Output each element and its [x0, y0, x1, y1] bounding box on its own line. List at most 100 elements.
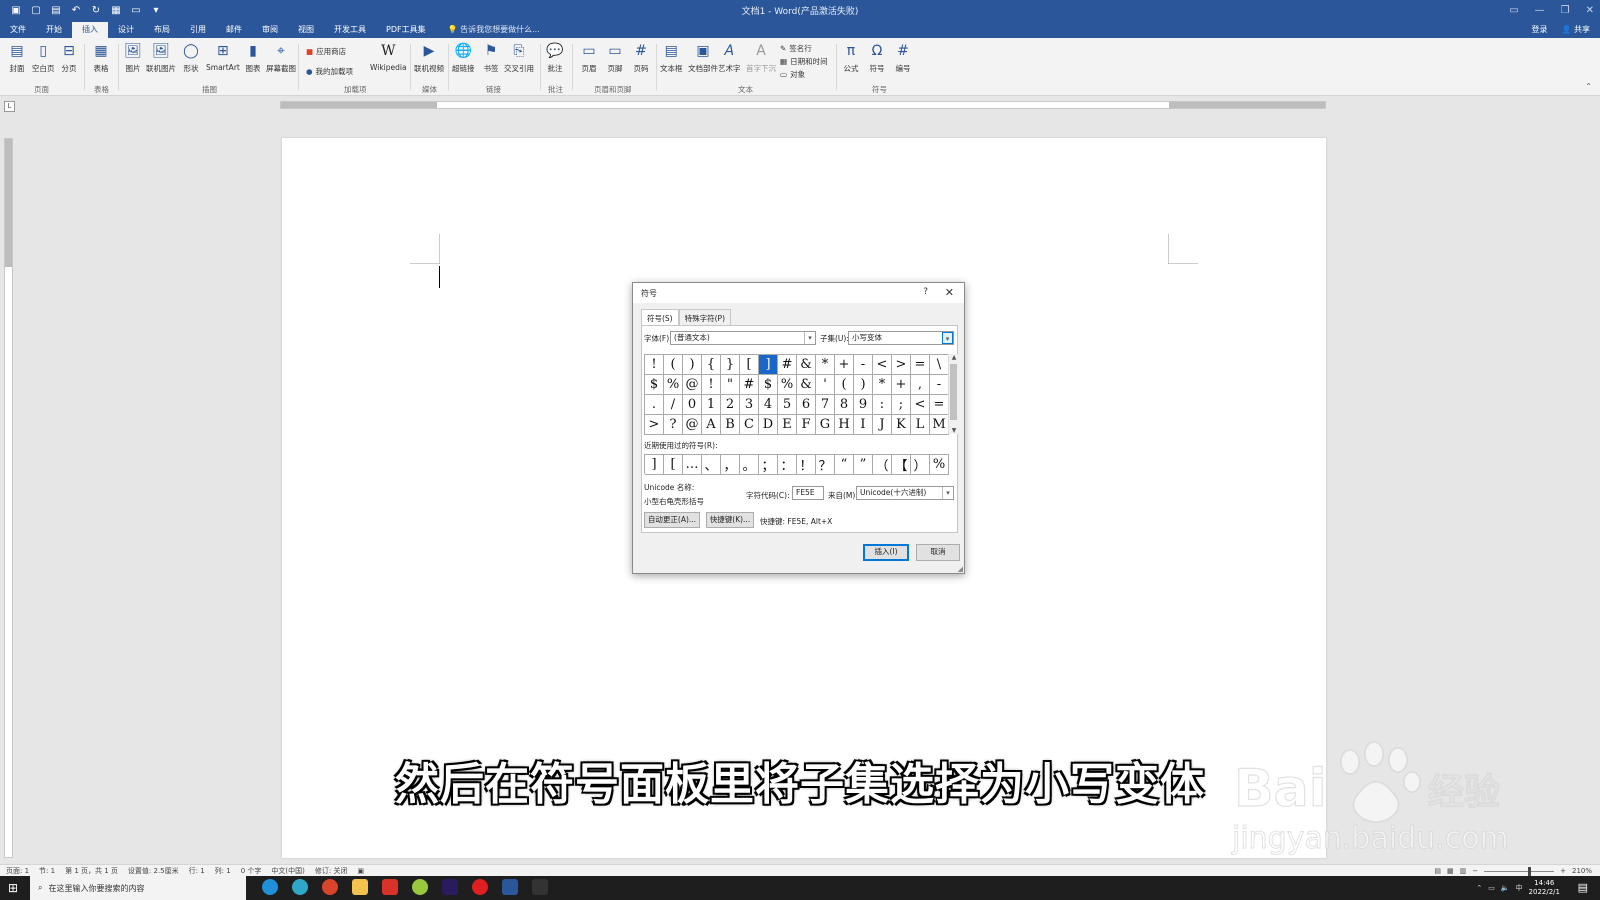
symbol-cell[interactable]: % [778, 375, 797, 395]
hyperlink-button[interactable]: 🌐 超链接 [452, 42, 475, 74]
symbol-cell[interactable]: B [721, 415, 740, 435]
ribbon-display-options-icon[interactable]: ▭ [1509, 5, 1518, 16]
symbol-cell[interactable]: + [892, 375, 911, 395]
help-button[interactable]: ? [923, 287, 928, 297]
recent-symbols-grid[interactable]: ][…、，。；：！？ “” （【）% [644, 454, 949, 475]
status-page[interactable]: 页面: 1 [6, 866, 29, 876]
charcode-input[interactable]: FE5E [792, 486, 824, 500]
shortcut-key-button[interactable]: 快捷键(K)... [706, 512, 754, 528]
resize-grip-icon[interactable]: ◢ [958, 565, 963, 573]
symbol-cell[interactable]: * [873, 375, 892, 395]
symbol-grid[interactable]: !(){}[] # & * + - < > = \ $% @! " # $% & '() * +, -./0 1 2 3 4 5… [644, 354, 949, 435]
symbol-cell[interactable]: G [816, 415, 835, 435]
symbol-cell[interactable]: M [930, 415, 949, 435]
symbol-grid-scrollbar[interactable]: ▲ ▼ [948, 354, 958, 434]
symbol-cell[interactable]: 7 [816, 395, 835, 415]
tab-review[interactable]: 审阅 [252, 22, 288, 38]
datetime-button[interactable]: ▦ 日期和时间 [780, 56, 828, 67]
signature-line-button[interactable]: ✎ 签名行 [780, 43, 812, 54]
symbol-cell[interactable]: 6 [797, 395, 816, 415]
table-button[interactable]: ▦ 表格 [92, 42, 110, 74]
subset-select[interactable]: 小写变体 ▾ [848, 331, 954, 345]
equation-button[interactable]: π 公式 [842, 42, 860, 74]
tab-view[interactable]: 视图 [288, 22, 324, 38]
chrome-icon[interactable] [322, 879, 338, 895]
save-icon[interactable]: ▣ [10, 4, 22, 16]
customize-qat-icon[interactable]: ▾ [150, 4, 162, 16]
crossref-button[interactable]: ⎘ 交叉引用 [504, 42, 534, 74]
online-video-button[interactable]: ▶ 联机视频 [414, 42, 444, 74]
symbol-cell[interactable]: > [645, 415, 664, 435]
app-icon[interactable] [412, 879, 428, 895]
font-select[interactable]: (普通文本) ▾ [670, 331, 816, 345]
symbol-cell[interactable]: ; [892, 395, 911, 415]
symbol-cell[interactable]: C [740, 415, 759, 435]
zoom-slider[interactable] [1484, 866, 1555, 876]
symbol-cell[interactable]: > [892, 355, 911, 375]
recent-symbol-cell[interactable]: （ [873, 455, 892, 475]
symbol-cell[interactable]: & [797, 355, 816, 375]
symbol-cell[interactable]: A [702, 415, 721, 435]
tell-me-box[interactable]: 💡 告诉我您想要做什么... [436, 22, 540, 38]
my-addins-button[interactable]: ● 我的加载项 [306, 66, 353, 77]
zoom-level[interactable]: 210% [1572, 867, 1592, 875]
close-window-icon[interactable]: ✕ [1586, 5, 1594, 16]
wordart-button[interactable]: A 艺术字 [718, 42, 741, 74]
symbol-cell[interactable]: 4 [759, 395, 778, 415]
restore-icon[interactable]: ❐ [1561, 5, 1570, 16]
tab-developer[interactable]: 开发工具 [324, 22, 376, 38]
symbol-cell[interactable]: { [702, 355, 721, 375]
cancel-button[interactable]: 取消 [916, 544, 960, 561]
file-explorer-icon[interactable] [352, 879, 368, 895]
symbol-cell[interactable]: , [911, 375, 930, 395]
status-section[interactable]: 节: 1 [39, 866, 55, 876]
quickparts-button[interactable]: ▣ 文档部件 [688, 42, 718, 74]
symbol-cell[interactable]: < [873, 355, 892, 375]
symbol-cell[interactable]: " [721, 375, 740, 395]
new-document-icon[interactable]: ▢ [30, 4, 42, 16]
symbol-cell[interactable]: ! [645, 355, 664, 375]
recent-symbol-cell[interactable]: ， [721, 455, 740, 475]
page-number-button[interactable]: # 页码 [632, 42, 650, 74]
status-line[interactable]: 行: 1 [189, 866, 205, 876]
symbol-cell[interactable]: < [911, 395, 930, 415]
recent-symbol-cell[interactable]: ！ [797, 455, 816, 475]
cover-page-button[interactable]: ▤ 封面 [8, 42, 26, 74]
symbol-cell[interactable]: } [721, 355, 740, 375]
symbol-cell[interactable]: : [873, 395, 892, 415]
store-button[interactable]: ■ 应用商店 [306, 46, 346, 57]
tab-selector[interactable]: L [4, 101, 15, 112]
symbol-cell[interactable]: E [778, 415, 797, 435]
print-layout-icon[interactable]: ▦ [1447, 867, 1454, 875]
recent-symbol-cell[interactable]: ： [778, 455, 797, 475]
symbol-cell[interactable]: @ [683, 415, 702, 435]
recent-symbol-cell[interactable]: ] [645, 455, 664, 475]
symbol-cell[interactable]: # [778, 355, 797, 375]
close-icon[interactable]: ✕ [945, 286, 954, 299]
status-page-count[interactable]: 第 1 页，共 1 页 [65, 866, 118, 876]
network-icon[interactable]: ▭ [1488, 884, 1495, 892]
volume-icon[interactable]: 🔈 [1501, 884, 1510, 892]
symbol-cell[interactable]: ( [664, 355, 683, 375]
zoom-in-icon[interactable]: + [1560, 867, 1566, 875]
blank-page-button[interactable]: ▯ 空白页 [32, 42, 55, 74]
premiere-icon[interactable] [442, 879, 458, 895]
symbol-cell[interactable]: ] [759, 355, 778, 375]
recent-symbol-cell[interactable]: 【 [892, 455, 911, 475]
scroll-up-icon[interactable]: ▲ [949, 354, 959, 361]
symbol-cell[interactable]: - [854, 355, 873, 375]
taskbar-search-box[interactable]: ⌕ 在这里输入你要搜索的内容 [30, 876, 246, 900]
symbol-cell[interactable]: 9 [854, 395, 873, 415]
tab-home[interactable]: 开始 [36, 22, 72, 38]
tab-layout[interactable]: 布局 [144, 22, 180, 38]
share-button[interactable]: 👤 共享 [1561, 24, 1590, 35]
wps-icon[interactable] [382, 879, 398, 895]
header-button[interactable]: ▭ 页眉 [580, 42, 598, 74]
tray-chevron-icon[interactable]: ⌃ [1476, 884, 1482, 892]
print-preview-icon[interactable]: ▤ [50, 4, 62, 16]
symbol-cell[interactable]: ' [816, 375, 835, 395]
horizontal-ruler[interactable] [280, 101, 1326, 109]
symbol-cell[interactable]: 5 [778, 395, 797, 415]
read-mode-icon[interactable]: ▤ [1434, 867, 1441, 875]
recent-symbol-cell[interactable]: 、 [702, 455, 721, 475]
